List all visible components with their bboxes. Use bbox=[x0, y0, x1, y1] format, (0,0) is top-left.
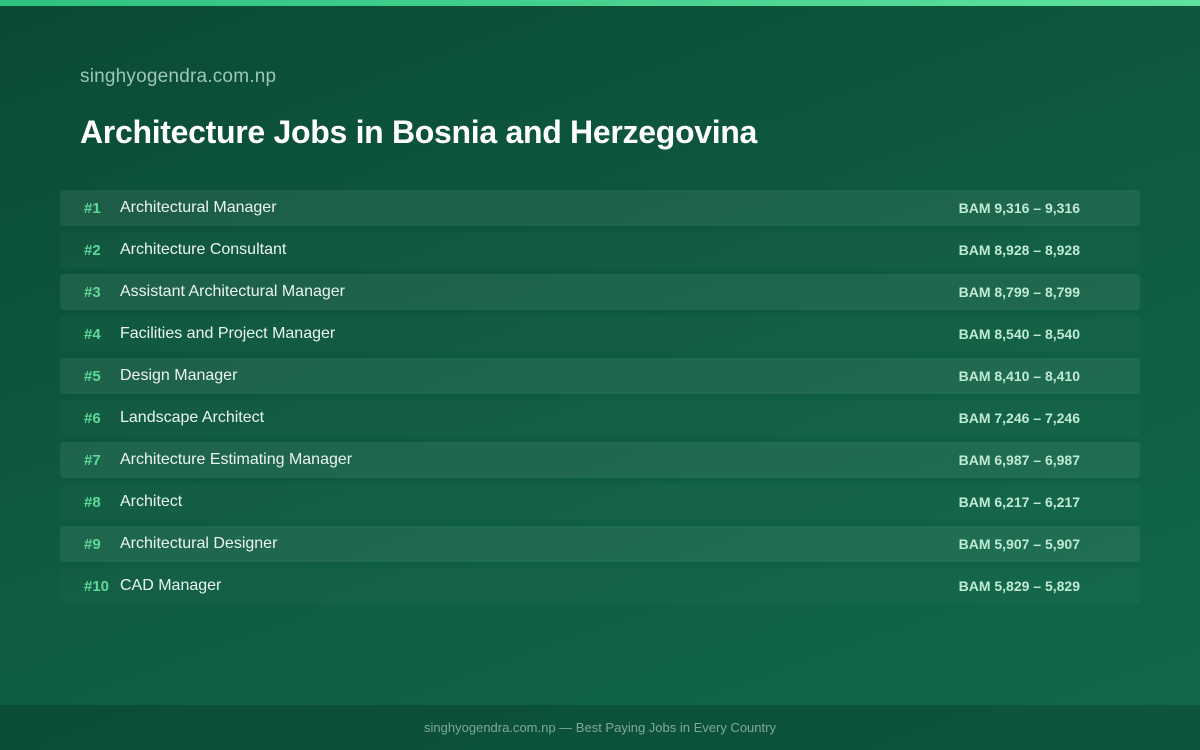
footer-text: singhyogendra.com.np — Best Paying Jobs … bbox=[424, 720, 776, 735]
job-list: #1 Architectural Manager BAM 9,316 – 9,3… bbox=[60, 190, 1140, 610]
job-rank: #10 bbox=[84, 577, 110, 595]
job-salary: BAM 8,928 – 8,928 bbox=[958, 242, 1080, 258]
job-row: #1 Architectural Manager BAM 9,316 – 9,3… bbox=[60, 190, 1140, 226]
job-salary: BAM 6,217 – 6,217 bbox=[958, 494, 1080, 510]
job-title: Facilities and Project Manager bbox=[120, 325, 336, 342]
job-rank: #6 bbox=[84, 409, 101, 427]
job-rank: #3 bbox=[84, 283, 101, 301]
job-row: #5 Design Manager BAM 8,410 – 8,410 bbox=[60, 358, 1140, 394]
job-salary: BAM 8,799 – 8,799 bbox=[958, 284, 1080, 300]
job-salary: BAM 9,316 – 9,316 bbox=[958, 200, 1080, 216]
job-row: #3 Assistant Architectural Manager BAM 8… bbox=[60, 274, 1140, 310]
job-rank: #8 bbox=[84, 493, 101, 511]
job-salary: BAM 8,540 – 8,540 bbox=[958, 326, 1080, 342]
job-title: Architectural Designer bbox=[120, 535, 278, 552]
job-row: #9 Architectural Designer BAM 5,907 – 5,… bbox=[60, 526, 1140, 562]
job-row: #6 Landscape Architect BAM 7,246 – 7,246 bbox=[60, 400, 1140, 436]
job-title: Design Manager bbox=[120, 367, 238, 384]
job-rank: #7 bbox=[84, 451, 101, 469]
job-title: Architect bbox=[120, 493, 183, 510]
job-title: Architecture Consultant bbox=[120, 241, 287, 258]
job-salary: BAM 5,829 – 5,829 bbox=[958, 578, 1080, 594]
job-title: Assistant Architectural Manager bbox=[120, 283, 345, 300]
job-rank: #1 bbox=[84, 199, 101, 217]
footer: singhyogendra.com.np — Best Paying Jobs … bbox=[0, 705, 1200, 750]
job-title: Landscape Architect bbox=[120, 409, 265, 426]
job-salary: BAM 6,987 – 6,987 bbox=[958, 452, 1080, 468]
job-rank: #2 bbox=[84, 241, 101, 259]
job-salary: BAM 8,410 – 8,410 bbox=[958, 368, 1080, 384]
job-salary: BAM 5,907 – 5,907 bbox=[958, 536, 1080, 552]
job-rank: #4 bbox=[84, 325, 101, 343]
job-row: #2 Architecture Consultant BAM 8,928 – 8… bbox=[60, 232, 1140, 268]
job-title: Architecture Estimating Manager bbox=[120, 451, 353, 468]
job-salary: BAM 7,246 – 7,246 bbox=[958, 410, 1080, 426]
top-accent-bar bbox=[0, 0, 1200, 6]
job-rank: #9 bbox=[84, 535, 101, 553]
page-title: Architecture Jobs in Bosnia and Herzegov… bbox=[80, 114, 758, 150]
job-rank: #5 bbox=[84, 367, 101, 385]
job-row: #10 CAD Manager BAM 5,829 – 5,829 bbox=[60, 568, 1140, 604]
job-row: #7 Architecture Estimating Manager BAM 6… bbox=[60, 442, 1140, 478]
job-title: CAD Manager bbox=[120, 577, 222, 594]
job-row: #8 Architect BAM 6,217 – 6,217 bbox=[60, 484, 1140, 520]
job-title: Architectural Manager bbox=[120, 199, 277, 216]
site-name: singhyogendra.com.np bbox=[80, 66, 277, 87]
job-row: #4 Facilities and Project Manager BAM 8,… bbox=[60, 316, 1140, 352]
